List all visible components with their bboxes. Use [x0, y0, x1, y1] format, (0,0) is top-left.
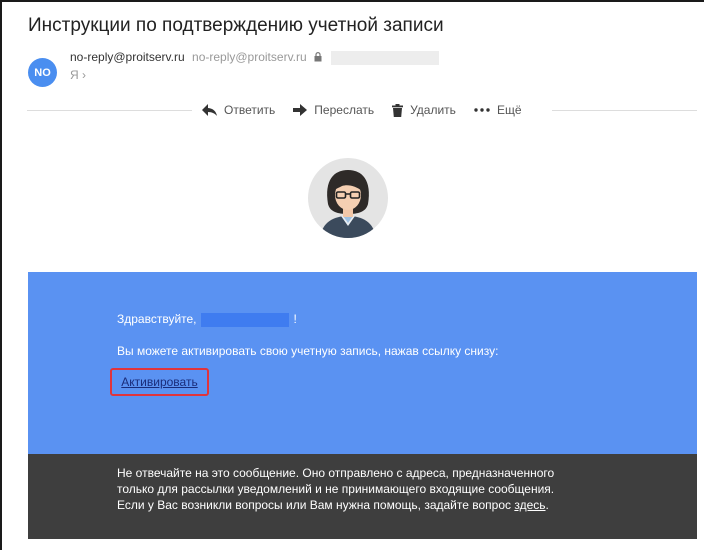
footer-line-3: Если у Вас возникли вопросы или Вам нужн… [117, 498, 512, 512]
more-dots-icon [474, 108, 490, 112]
more-label: Ещё [496, 103, 522, 117]
activation-instructions: Вы можете активировать свою учетную запи… [117, 344, 499, 358]
help-link[interactable]: здесь [514, 498, 545, 512]
forward-label: Переслать [314, 103, 375, 117]
trash-icon [392, 103, 404, 117]
sender-address: no-reply@proitserv.ru [192, 50, 307, 64]
reply-label: Ответить [224, 103, 276, 117]
redacted-username [200, 312, 289, 327]
footer-text: Не отвечайте на это сообщение. Оно отпра… [117, 465, 554, 513]
more-button[interactable]: Ещё [474, 103, 522, 117]
redacted-block [331, 50, 440, 65]
message-toolbar: Ответить Переслать Удалить Ещё [27, 99, 697, 121]
reply-button[interactable]: Ответить [202, 103, 275, 117]
assistant-avatar-illustration [308, 158, 388, 238]
toolbar-divider-right [552, 110, 697, 111]
activation-panel: Здравствуйте,! Вы можете активировать св… [28, 272, 697, 454]
forward-button[interactable]: Переслать [293, 103, 374, 117]
lock-icon [314, 51, 322, 65]
toolbar-actions: Ответить Переслать Удалить Ещё [192, 99, 532, 121]
activate-link[interactable]: Активировать [121, 375, 197, 389]
sender-name[interactable]: no-reply@proitserv.ru [70, 50, 185, 64]
footer-notice: Не отвечайте на это сообщение. Оно отпра… [28, 454, 697, 539]
email-subject: Инструкции по подтверждению учетной запи… [28, 15, 444, 36]
sender-avatar[interactable]: NO [28, 58, 57, 87]
delete-label: Удалить [410, 103, 456, 117]
forward-icon [293, 104, 308, 116]
activate-link-highlight: Активировать [110, 368, 209, 396]
greeting-suffix: ! [293, 312, 297, 326]
footer-line-end: . [545, 498, 549, 512]
footer-line-2: только для рассылки уведомлений и не при… [117, 482, 555, 496]
recipient-toggle[interactable]: Я › [70, 68, 86, 82]
footer-line-1: Не отвечайте на это сообщение. Оно отпра… [117, 466, 555, 480]
delete-button[interactable]: Удалить [392, 103, 456, 117]
greeting-prefix: Здравствуйте, [117, 312, 197, 326]
email-window: Инструкции по подтверждению учетной запи… [0, 0, 704, 550]
reply-icon [202, 104, 217, 116]
toolbar-divider-left [27, 110, 192, 111]
sender-line: no-reply@proitserv.ru no-reply@proitserv… [70, 50, 440, 65]
greeting: Здравствуйте,! [117, 312, 297, 327]
